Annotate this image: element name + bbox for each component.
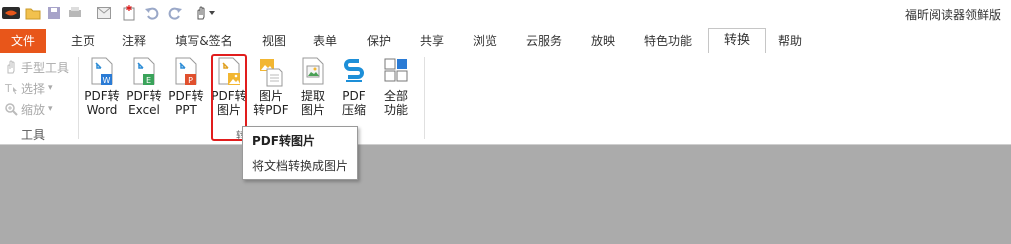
pdf-to-ppt-icon: P: [175, 57, 197, 85]
zoom-tool-button[interactable]: 缩放 ▾: [3, 99, 53, 119]
pdf-to-excel-icon: E: [133, 57, 155, 85]
ribbon-tabs: 文件 主页 注释 填写&签名 视图 表单 保护 共享 浏览 云服务 放映 特色功…: [0, 28, 1011, 55]
tab-cloud[interactable]: 云服务: [513, 29, 575, 53]
pdf-to-word-icon: W: [91, 57, 113, 85]
print-icon[interactable]: [66, 4, 84, 22]
pdf-to-word-label: PDF转 Word: [84, 89, 120, 117]
chevron-down-icon: ▾: [48, 83, 53, 93]
tab-fill-sign[interactable]: 填写&签名: [164, 29, 244, 53]
tab-convert[interactable]: 转换: [708, 28, 766, 55]
tab-share[interactable]: 共享: [407, 29, 457, 53]
extract-images-button[interactable]: 提取 图片: [295, 57, 331, 117]
svg-text:✱: ✱: [126, 5, 133, 13]
open-icon[interactable]: [24, 4, 42, 22]
image-to-pdf-icon: [260, 59, 283, 87]
svg-text:P: P: [188, 76, 193, 85]
tab-slideshow[interactable]: 放映: [577, 29, 629, 53]
app-title: 福昕阅读器领鲜版: [904, 8, 1001, 22]
document-workspace[interactable]: [0, 145, 1011, 244]
tab-form[interactable]: 表单: [300, 29, 350, 53]
select-tool-label: 选择: [21, 81, 46, 96]
pdf-to-ppt-label: PDF转 PPT: [168, 89, 204, 117]
compress-icon: [344, 59, 364, 82]
hand-tool-label: 手型工具: [21, 60, 70, 75]
pdf-to-excel-button[interactable]: E PDF转 Excel: [126, 57, 162, 117]
extract-images-label: 提取 图片: [300, 89, 325, 117]
new-icon[interactable]: ✱: [120, 4, 138, 22]
pdf-to-ppt-button[interactable]: P PDF转 PPT: [168, 57, 204, 117]
select-tool-button[interactable]: T 选择 ▾: [3, 78, 53, 98]
tab-view[interactable]: 视图: [248, 29, 300, 53]
pdf-to-excel-label: PDF转 Excel: [126, 89, 162, 117]
svg-text:W: W: [103, 76, 111, 85]
tab-protect[interactable]: 保护: [354, 29, 404, 53]
hand-tool-icon: [3, 59, 19, 75]
image-to-pdf-label: 图片 转PDF: [253, 89, 289, 117]
ribbon-panel: 手型工具 T 选择 ▾ 缩放 ▾ 工具 W PDF转 Word E PDF转 E…: [0, 53, 1011, 145]
svg-text:E: E: [146, 76, 151, 85]
all-features-label: 全部 功能: [383, 89, 408, 117]
hand-tool-button[interactable]: 手型工具: [3, 57, 69, 77]
pdf-to-word-button[interactable]: W PDF转 Word: [84, 57, 120, 117]
tools-group-label: 工具: [21, 128, 46, 142]
customize-icon[interactable]: [207, 4, 217, 22]
tab-comment[interactable]: 注释: [108, 29, 160, 53]
grid-icon: [384, 58, 408, 82]
group-divider: [424, 57, 425, 139]
chevron-down-icon: ▾: [48, 104, 53, 114]
save-icon[interactable]: [45, 4, 63, 22]
tab-home[interactable]: 主页: [58, 29, 108, 53]
tab-features[interactable]: 特色功能: [636, 29, 700, 53]
tab-file[interactable]: 文件: [0, 29, 46, 53]
zoom-tool-label: 缩放: [21, 102, 46, 117]
redo-icon[interactable]: [166, 4, 184, 22]
all-features-button[interactable]: 全部 功能: [378, 57, 414, 117]
zoom-icon: [3, 101, 19, 117]
extract-images-icon: [302, 57, 324, 85]
group-divider: [78, 57, 79, 139]
svg-text:T: T: [4, 82, 12, 95]
tab-browse[interactable]: 浏览: [459, 29, 511, 53]
pdf-compress-label: PDF 压缩: [341, 89, 366, 117]
select-text-icon: T: [3, 80, 19, 96]
title-bar: ✱ 福昕阅读器领鲜版: [0, 0, 1011, 29]
app-logo-icon[interactable]: [2, 4, 20, 22]
undo-icon[interactable]: [143, 4, 161, 22]
email-icon[interactable]: [95, 4, 113, 22]
tab-help[interactable]: 帮助: [768, 29, 812, 53]
pdf-compress-button[interactable]: PDF 压缩: [336, 57, 372, 117]
image-to-pdf-button[interactable]: 图片 转PDF: [253, 57, 289, 117]
